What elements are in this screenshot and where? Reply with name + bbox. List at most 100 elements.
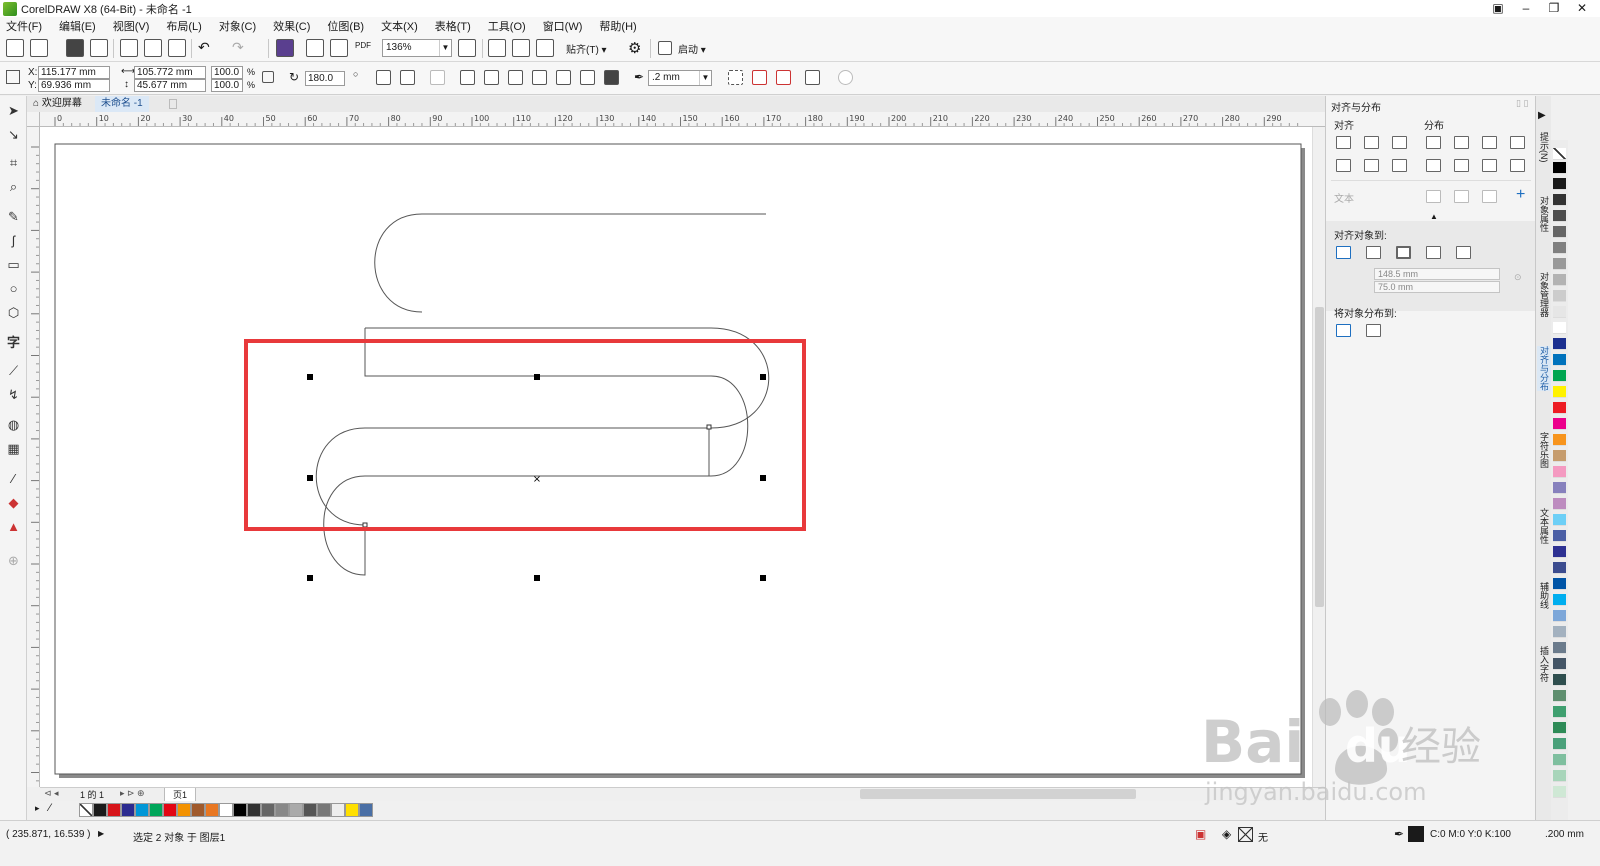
- palette-swatch[interactable]: [247, 803, 261, 817]
- palette-swatch[interactable]: [331, 803, 345, 817]
- color-swatch[interactable]: [1553, 162, 1566, 174]
- zoom-tool-icon[interactable]: ⌕: [5, 178, 22, 195]
- text-tool-icon[interactable]: 字: [5, 334, 22, 351]
- restore-icon[interactable]: ▣: [1484, 0, 1512, 17]
- zoom-level-combo[interactable]: 136% ▼: [382, 39, 452, 57]
- show-guidelines-icon[interactable]: [536, 39, 554, 57]
- color-swatch[interactable]: [1553, 434, 1566, 446]
- page-nav-forward-arrows[interactable]: ▸ ⊳ ⊕: [120, 788, 145, 799]
- connector-tool-icon[interactable]: ↯: [5, 386, 22, 403]
- color-swatch[interactable]: [1553, 354, 1566, 366]
- launch-button[interactable]: 启动 ▾: [678, 41, 706, 56]
- page-tab[interactable]: 页1: [164, 788, 197, 802]
- docker-tab-insert-character[interactable]: 插入字符: [1537, 646, 1551, 682]
- new-tab-icon[interactable]: [169, 99, 177, 109]
- align-y-field[interactable]: 75.0 mm: [1374, 281, 1500, 293]
- paste-icon[interactable]: [168, 39, 186, 57]
- docker-tab-align-distribute[interactable]: 对齐与分布: [1537, 346, 1551, 391]
- color-swatch[interactable]: [1553, 402, 1566, 414]
- color-swatch[interactable]: [1553, 306, 1566, 318]
- palette-swatch[interactable]: [261, 803, 275, 817]
- docker-tab-object-manager[interactable]: 对象管理器: [1537, 272, 1551, 317]
- grid-icon[interactable]: [1426, 246, 1441, 259]
- menu-bitmaps[interactable]: 位图(B): [327, 18, 364, 34]
- import-icon[interactable]: [306, 39, 324, 57]
- copy-icon[interactable]: [144, 39, 162, 57]
- outline-width-combo[interactable]: .2 mm ▼: [648, 70, 712, 86]
- color-swatch[interactable]: [1553, 738, 1566, 750]
- save-icon[interactable]: [66, 39, 84, 57]
- palette-swatch[interactable]: [233, 803, 247, 817]
- align-x-field[interactable]: 148.5 mm: [1374, 268, 1500, 280]
- color-swatch[interactable]: [1553, 530, 1566, 542]
- group-icon[interactable]: [430, 70, 445, 85]
- palette-swatch[interactable]: [289, 803, 303, 817]
- menu-file[interactable]: 文件(F): [6, 18, 42, 34]
- color-swatch[interactable]: [1553, 418, 1566, 430]
- color-swatch[interactable]: [1553, 722, 1566, 734]
- eyedropper-tool-icon[interactable]: ⁄: [5, 470, 22, 487]
- artistic-media-icon[interactable]: ʃ: [5, 232, 22, 249]
- full-screen-icon[interactable]: [458, 39, 476, 57]
- wrap-text-icon[interactable]: [838, 70, 853, 85]
- palette-swatch[interactable]: [359, 803, 373, 817]
- search-content-icon[interactable]: [276, 39, 294, 57]
- x-position-field[interactable]: 115.177 mm: [38, 66, 110, 79]
- color-swatch[interactable]: [1553, 562, 1566, 574]
- docker-tab-guidelines[interactable]: 辅助线: [1537, 582, 1551, 609]
- scale-y-field[interactable]: 100.0: [211, 79, 243, 92]
- color-swatch[interactable]: [1553, 258, 1566, 270]
- color-swatch[interactable]: [1553, 770, 1566, 782]
- cut-icon[interactable]: [120, 39, 138, 57]
- align-center-v-icon[interactable]: [1364, 159, 1379, 172]
- color-swatch[interactable]: [1553, 466, 1566, 478]
- weld-icon[interactable]: [460, 70, 475, 85]
- palette-swatch[interactable]: [135, 803, 149, 817]
- color-swatch[interactable]: [1553, 274, 1566, 286]
- color-swatch[interactable]: [1553, 642, 1566, 654]
- create-boundary-icon[interactable]: [604, 70, 619, 85]
- ellipse-tool-icon[interactable]: ○: [5, 280, 22, 297]
- lock-ratio-icon[interactable]: [262, 71, 274, 83]
- menu-layout[interactable]: 布局(L): [166, 18, 201, 34]
- color-swatch[interactable]: [1553, 210, 1566, 222]
- color-swatch[interactable]: [1553, 194, 1566, 206]
- color-swatch[interactable]: [1553, 706, 1566, 718]
- color-swatch[interactable]: [1553, 498, 1566, 510]
- rotation-angle-field[interactable]: 180.0: [305, 71, 345, 86]
- align-distribute-icon[interactable]: [805, 70, 820, 85]
- ruler-origin[interactable]: [27, 112, 40, 127]
- convert-to-curves-icon[interactable]: [728, 70, 743, 85]
- scale-x-field[interactable]: 100.0: [211, 66, 243, 79]
- color-swatch[interactable]: [1553, 386, 1566, 398]
- align-right-icon[interactable]: [1392, 136, 1407, 149]
- text-first-line-icon[interactable]: [1454, 190, 1469, 203]
- maximize-button[interactable]: ❐: [1540, 0, 1568, 17]
- selection-extent-icon[interactable]: [1336, 324, 1351, 337]
- palette-swatch[interactable]: [205, 803, 219, 817]
- palette-swatch[interactable]: [317, 803, 331, 817]
- docker-tab-text-properties[interactable]: 文本属性: [1537, 508, 1551, 544]
- palette-swatch[interactable]: [345, 803, 359, 817]
- distribute-left-icon[interactable]: [1426, 136, 1441, 149]
- horizontal-ruler[interactable]: 0 10 20 30 40 50 60 70 80 90 100 110 120 130 140 150 160…: [40, 112, 1325, 127]
- tab-welcome-screen[interactable]: ⌂ 欢迎屏幕: [27, 96, 88, 112]
- menu-effects[interactable]: 效果(C): [273, 18, 310, 34]
- front-minus-back-icon[interactable]: [556, 70, 571, 85]
- menu-text[interactable]: 文本(X): [381, 18, 418, 34]
- parallel-dimension-icon[interactable]: ⟋: [5, 362, 22, 379]
- docker-tab-object-properties[interactable]: 对象属性: [1537, 196, 1551, 232]
- mirror-horizontal-icon[interactable]: [376, 70, 391, 85]
- intersect-icon[interactable]: [508, 70, 523, 85]
- distribute-center-v-icon[interactable]: [1454, 159, 1469, 172]
- palette-swatch[interactable]: [107, 803, 121, 817]
- page-center-icon[interactable]: [1396, 246, 1411, 259]
- minimize-button[interactable]: –: [1512, 0, 1540, 17]
- status-arrow-icon[interactable]: ▶: [98, 829, 104, 838]
- docker-tab-glyphs[interactable]: 字符乐图: [1537, 432, 1551, 468]
- target-point-icon[interactable]: ⊙: [1514, 272, 1522, 283]
- interactive-fill-icon[interactable]: ◆: [5, 494, 22, 511]
- add-tool-icon[interactable]: ⊕: [5, 552, 22, 569]
- palette-swatch[interactable]: [121, 803, 135, 817]
- color-swatch[interactable]: [1553, 594, 1566, 606]
